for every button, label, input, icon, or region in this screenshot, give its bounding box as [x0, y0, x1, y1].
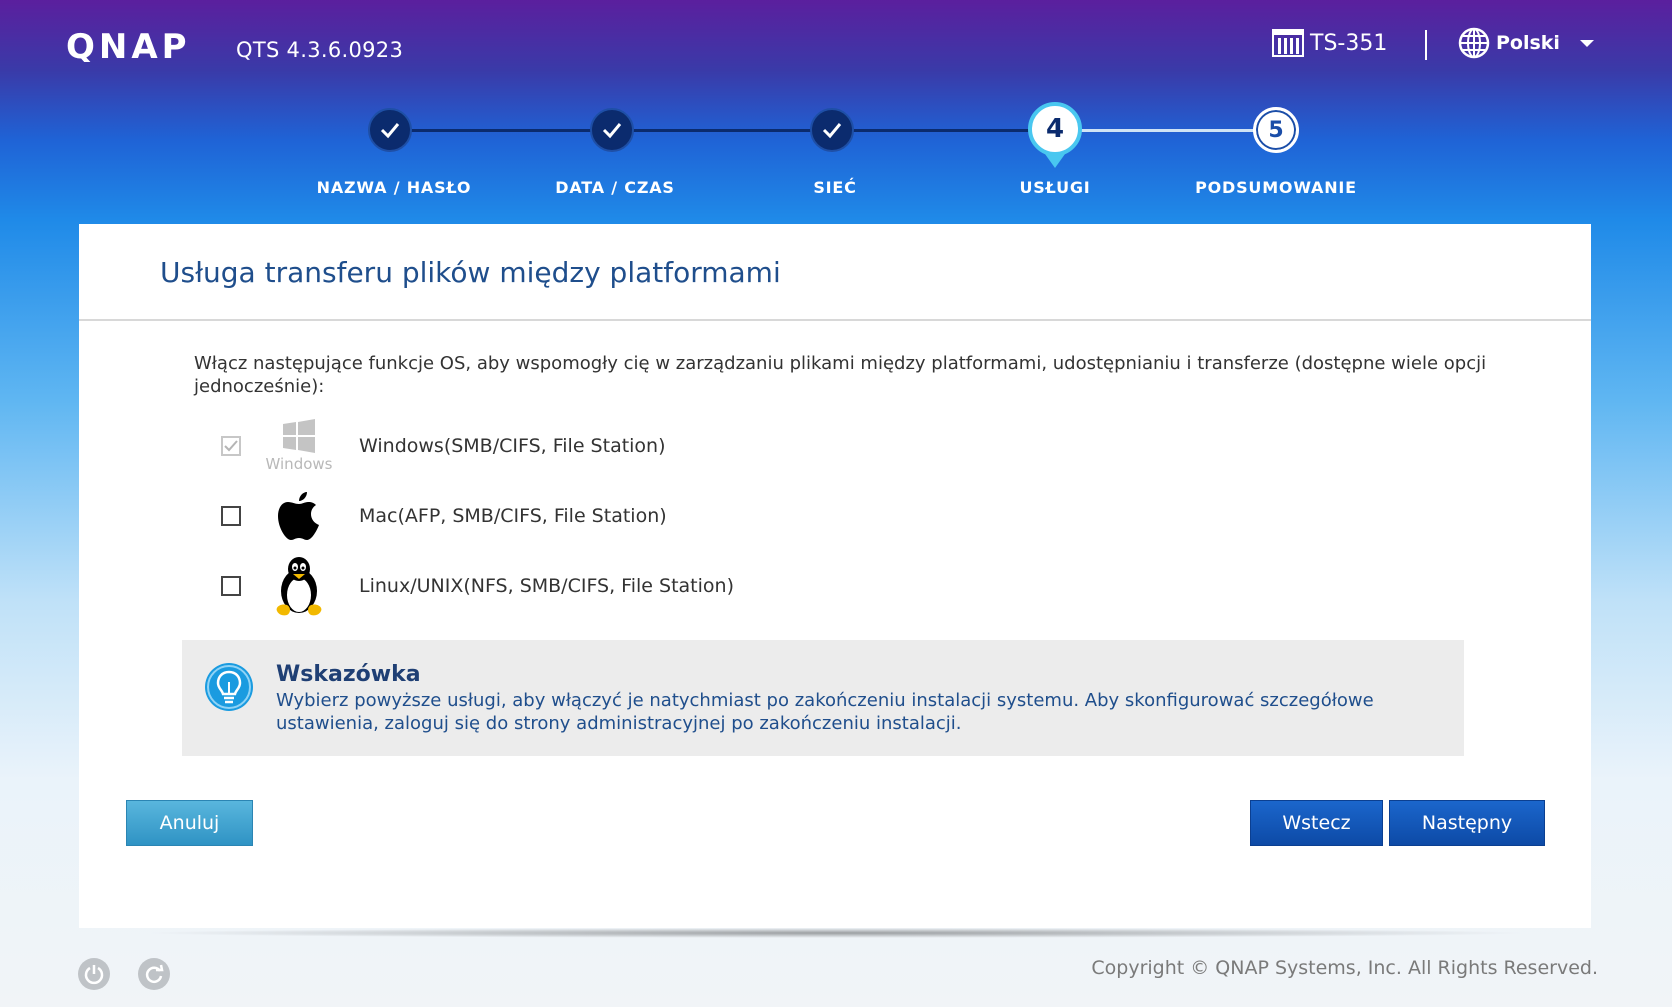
- tux-icon: [263, 550, 335, 622]
- step-4-label: USŁUGI: [1019, 178, 1091, 197]
- language-selector[interactable]: Polski: [1458, 27, 1594, 59]
- os-version: QTS 4.3.6.0923: [236, 38, 404, 62]
- header-divider: [1425, 30, 1427, 60]
- device-model: TS-351: [1272, 28, 1387, 58]
- step-2-done: [590, 108, 634, 152]
- cancel-button[interactable]: Anuluj: [126, 800, 253, 846]
- windows-logo-icon: [283, 419, 315, 453]
- globe-icon: [1458, 27, 1490, 59]
- language-label: Polski: [1496, 32, 1560, 54]
- step-5-number: 5: [1268, 117, 1284, 143]
- step-1-label: NAZWA / HASŁO: [316, 178, 472, 197]
- step-connector-future: [1058, 129, 1278, 132]
- mac-checkbox[interactable]: [221, 506, 241, 526]
- intro-text: Włącz następujące funkcje OS, aby wspomo…: [194, 353, 1487, 397]
- back-button[interactable]: Wstecz: [1250, 800, 1383, 846]
- current-step-pointer: [1045, 154, 1065, 168]
- windows-icon-caption: Windows: [265, 455, 333, 473]
- page-title: Usługa transferu plików między platforma…: [160, 256, 781, 289]
- mac-option-label: Mac(AFP, SMB/CIFS, File Station): [359, 505, 667, 527]
- checkmark-icon: [224, 440, 238, 452]
- power-icon: [84, 965, 104, 985]
- step-5-future: 5: [1253, 107, 1299, 153]
- checkmark-icon: [602, 123, 622, 139]
- apple-icon: [263, 480, 335, 552]
- next-button[interactable]: Następny: [1389, 800, 1545, 846]
- linux-option-label: Linux/UNIX(NFS, SMB/CIFS, File Station): [359, 575, 734, 597]
- step-3-label: SIEĆ: [813, 178, 857, 197]
- option-mac[interactable]: Mac(AFP, SMB/CIFS, File Station): [221, 480, 667, 552]
- copyright-text: Copyright © QNAP Systems, Inc. All Right…: [1091, 957, 1598, 979]
- option-windows[interactable]: Windows Windows(SMB/CIFS, File Station): [221, 410, 666, 482]
- header: QNAP QTS 4.3.6.0923 TS-351 Polski: [0, 0, 1672, 100]
- power-button[interactable]: [78, 958, 110, 990]
- hint-title: Wskazówka: [276, 662, 421, 687]
- panel-shadow: [140, 928, 1532, 938]
- restart-icon: [145, 964, 164, 983]
- penguin-icon: [276, 557, 322, 616]
- setup-panel: Usługa transferu plików między platforma…: [79, 224, 1591, 928]
- device-model-label: TS-351: [1310, 30, 1388, 56]
- svg-text:QNAP: QNAP: [66, 30, 191, 62]
- checkmark-icon: [822, 123, 842, 139]
- wizard-steps: 4 5 NAZWA / HASŁO DATA / CZAS SIEĆ USŁUG…: [0, 100, 1672, 210]
- hint-text: Wybierz powyższe usługi, aby włączyć je …: [276, 690, 1374, 734]
- linux-checkbox[interactable]: [221, 576, 241, 596]
- windows-checkbox[interactable]: [221, 436, 241, 456]
- windows-icon: Windows: [263, 410, 335, 482]
- step-3-done: [810, 108, 854, 152]
- title-divider: [79, 319, 1591, 321]
- step-5-label: PODSUMOWANIE: [1195, 178, 1357, 197]
- chevron-down-icon: [1579, 39, 1594, 47]
- step-2-label: DATA / CZAS: [555, 178, 675, 197]
- restart-button[interactable]: [138, 958, 170, 990]
- checkmark-icon: [380, 123, 400, 139]
- nas-device-icon: [1272, 29, 1304, 57]
- lightbulb-icon: [205, 663, 253, 711]
- hint-box: Wskazówka Wybierz powyższe usługi, aby w…: [182, 640, 1464, 756]
- apple-logo-icon: [278, 492, 319, 540]
- qnap-logo: QNAP: [66, 30, 191, 62]
- step-4-number: 4: [1045, 114, 1065, 144]
- option-linux[interactable]: Linux/UNIX(NFS, SMB/CIFS, File Station): [221, 550, 734, 622]
- windows-option-label: Windows(SMB/CIFS, File Station): [359, 435, 666, 457]
- step-4-current: 4: [1028, 102, 1082, 156]
- step-1-done: [368, 108, 412, 152]
